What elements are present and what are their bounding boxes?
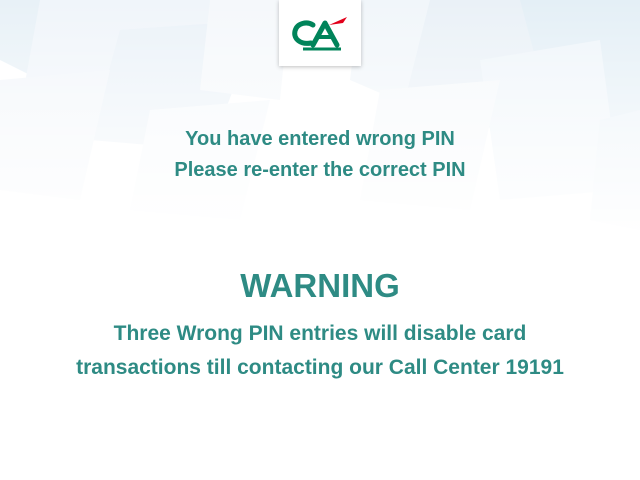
logo-container	[279, 0, 361, 66]
background-decoration	[0, 0, 640, 480]
reenter-pin-message: Please re-enter the correct PIN	[174, 159, 466, 181]
credit-agricole-logo-icon	[292, 17, 347, 51]
warning-text-line-2: transactions till contacting our Call Ce…	[76, 356, 564, 379]
atm-screen: You have entered wrong PIN Please re-ent…	[0, 0, 640, 480]
warning-text-line-1: Three Wrong PIN entries will disable car…	[113, 322, 527, 345]
warning-title: WARNING	[240, 267, 400, 304]
wrong-pin-message: You have entered wrong PIN	[185, 128, 455, 150]
